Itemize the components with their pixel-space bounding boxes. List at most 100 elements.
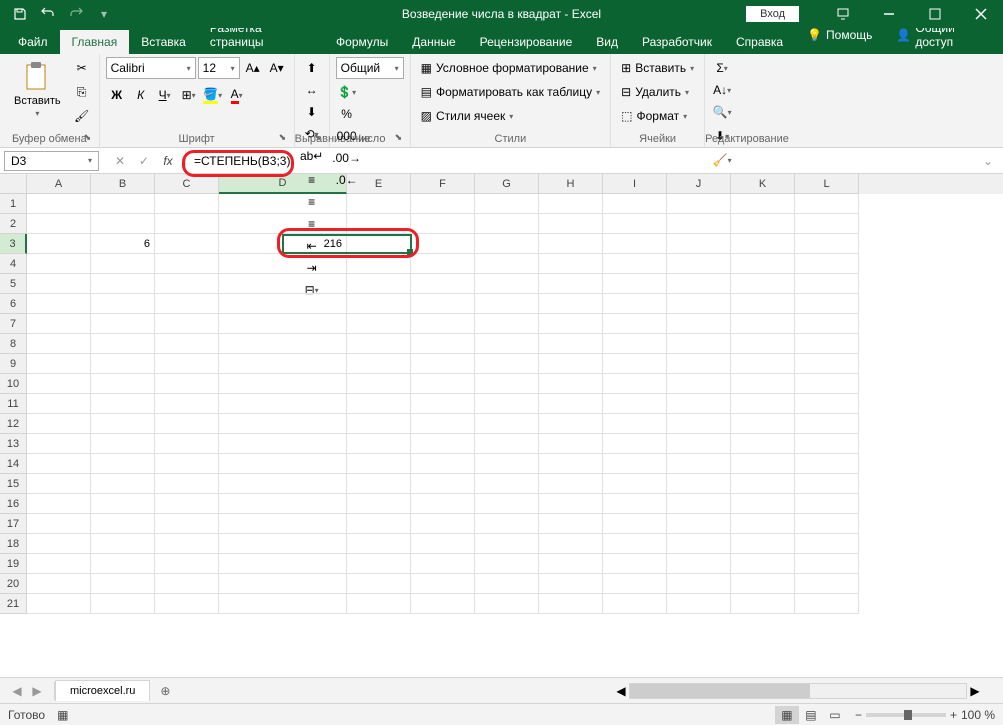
col-header-I[interactable]: I [603, 174, 667, 194]
cell-F8[interactable] [411, 334, 475, 354]
cell-A3[interactable] [27, 234, 91, 254]
cell-L18[interactable] [795, 534, 859, 554]
cell-L12[interactable] [795, 414, 859, 434]
cell-A10[interactable] [27, 374, 91, 394]
cell-H3[interactable] [539, 234, 603, 254]
cell-A14[interactable] [27, 454, 91, 474]
cell-L19[interactable] [795, 554, 859, 574]
cell-C7[interactable] [155, 314, 219, 334]
cell-D19[interactable] [219, 554, 347, 574]
autosum-icon[interactable]: Σ▾ [711, 57, 733, 79]
cell-J18[interactable] [667, 534, 731, 554]
align-launcher-icon[interactable]: ⬊ [314, 132, 326, 144]
fill-color-icon[interactable]: 🪣▾ [202, 84, 224, 106]
row-header-9[interactable]: 9 [0, 354, 27, 374]
cell-B14[interactable] [91, 454, 155, 474]
cell-J5[interactable] [667, 274, 731, 294]
cell-H17[interactable] [539, 514, 603, 534]
cell-J11[interactable] [667, 394, 731, 414]
col-header-F[interactable]: F [411, 174, 475, 194]
cut-icon[interactable]: ✂ [71, 57, 93, 79]
cell-B1[interactable] [91, 194, 155, 214]
cell-F9[interactable] [411, 354, 475, 374]
cell-D7[interactable] [219, 314, 347, 334]
cell-G17[interactable] [475, 514, 539, 534]
cell-E15[interactable] [347, 474, 411, 494]
cell-D21[interactable] [219, 594, 347, 614]
cell-styles-button[interactable]: ▨Стили ячеек▾ [417, 105, 518, 127]
cell-B21[interactable] [91, 594, 155, 614]
decrease-decimal-icon[interactable]: .0← [336, 169, 358, 191]
percent-icon[interactable]: % [336, 103, 358, 125]
col-header-A[interactable]: A [27, 174, 91, 194]
cell-G5[interactable] [475, 274, 539, 294]
cell-C11[interactable] [155, 394, 219, 414]
cell-K8[interactable] [731, 334, 795, 354]
cell-D13[interactable] [219, 434, 347, 454]
row-header-19[interactable]: 19 [0, 554, 27, 574]
currency-icon[interactable]: 💲▾ [336, 81, 358, 103]
cell-H9[interactable] [539, 354, 603, 374]
cell-A1[interactable] [27, 194, 91, 214]
cell-G19[interactable] [475, 554, 539, 574]
cell-E18[interactable] [347, 534, 411, 554]
cell-C1[interactable] [155, 194, 219, 214]
row-header-2[interactable]: 2 [0, 214, 27, 234]
cell-H8[interactable] [539, 334, 603, 354]
cell-A13[interactable] [27, 434, 91, 454]
zoom-out-icon[interactable]: − [855, 708, 862, 722]
sheet-nav-prev-icon[interactable]: ◀ [8, 682, 26, 700]
row-header-10[interactable]: 10 [0, 374, 27, 394]
cell-K17[interactable] [731, 514, 795, 534]
cell-A18[interactable] [27, 534, 91, 554]
sheet-tab[interactable]: microexcel.ru [55, 680, 150, 701]
cell-H6[interactable] [539, 294, 603, 314]
cell-C4[interactable] [155, 254, 219, 274]
cell-G10[interactable] [475, 374, 539, 394]
cell-K3[interactable] [731, 234, 795, 254]
cell-B17[interactable] [91, 514, 155, 534]
cell-E14[interactable] [347, 454, 411, 474]
bold-button[interactable]: Ж [106, 84, 128, 106]
cell-D2[interactable] [219, 214, 347, 234]
row-header-15[interactable]: 15 [0, 474, 27, 494]
cell-I7[interactable] [603, 314, 667, 334]
cell-L8[interactable] [795, 334, 859, 354]
cell-F20[interactable] [411, 574, 475, 594]
cell-I19[interactable] [603, 554, 667, 574]
cell-F16[interactable] [411, 494, 475, 514]
enter-formula-icon[interactable]: ✓ [133, 150, 155, 172]
select-all-corner[interactable] [0, 174, 27, 194]
cell-A15[interactable] [27, 474, 91, 494]
row-header-12[interactable]: 12 [0, 414, 27, 434]
col-header-C[interactable]: C [155, 174, 219, 194]
cell-K9[interactable] [731, 354, 795, 374]
cell-E19[interactable] [347, 554, 411, 574]
cell-J16[interactable] [667, 494, 731, 514]
cell-A2[interactable] [27, 214, 91, 234]
cell-J1[interactable] [667, 194, 731, 214]
tab-help[interactable]: Справка [724, 30, 795, 54]
cell-D20[interactable] [219, 574, 347, 594]
cell-D5[interactable] [219, 274, 347, 294]
expand-formula-bar-icon[interactable]: ⌄ [977, 150, 999, 172]
cell-A5[interactable] [27, 274, 91, 294]
cell-L16[interactable] [795, 494, 859, 514]
cell-I12[interactable] [603, 414, 667, 434]
cell-C19[interactable] [155, 554, 219, 574]
add-sheet-icon[interactable]: ⊕ [154, 680, 176, 702]
copy-icon[interactable]: ⎘ [71, 81, 93, 103]
tab-review[interactable]: Рецензирование [468, 30, 585, 54]
find-select-icon[interactable]: 🔍▾ [711, 101, 733, 123]
cell-G7[interactable] [475, 314, 539, 334]
cell-A7[interactable] [27, 314, 91, 334]
col-header-J[interactable]: J [667, 174, 731, 194]
font-color-icon[interactable]: A▾ [226, 84, 248, 106]
cell-C21[interactable] [155, 594, 219, 614]
sheet-nav-next-icon[interactable]: ▶ [28, 682, 46, 700]
cell-I18[interactable] [603, 534, 667, 554]
cell-I9[interactable] [603, 354, 667, 374]
delete-cells-button[interactable]: ⊟Удалить▾ [617, 81, 693, 103]
row-header-7[interactable]: 7 [0, 314, 27, 334]
borders-icon[interactable]: ⊞▾ [178, 84, 200, 106]
